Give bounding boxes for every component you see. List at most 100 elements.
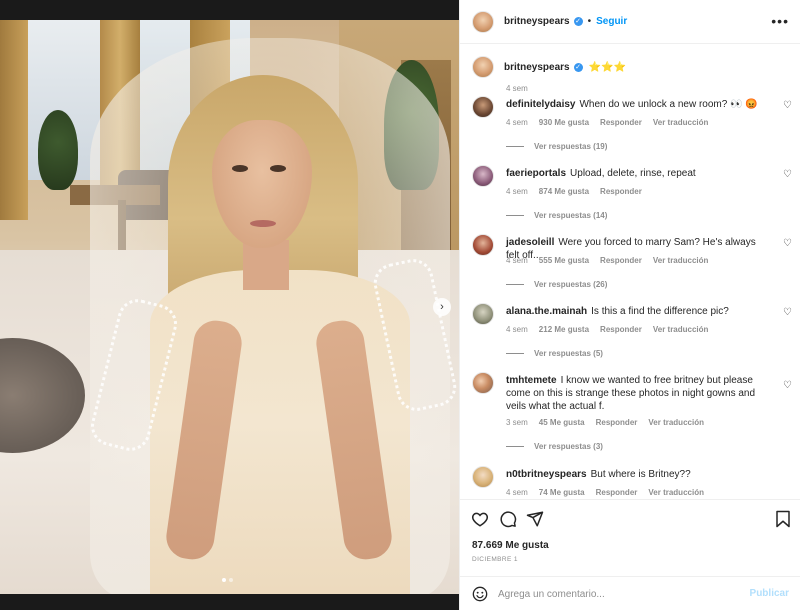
publish-button[interactable]: Publicar xyxy=(750,588,789,599)
separator: • xyxy=(587,16,592,27)
comment-text: Upload, delete, rinse, repeat xyxy=(570,168,696,179)
view-replies-label: Ver respuestas (19) xyxy=(534,142,608,151)
reply-button[interactable]: Responder xyxy=(600,256,642,265)
heart-icon[interactable]: ♡ xyxy=(783,380,792,391)
comment-time: 4 sem xyxy=(506,256,528,265)
comment-username[interactable]: alana.the.mainah xyxy=(506,306,587,317)
comment-time: 4 sem xyxy=(506,187,528,196)
caption-text: ⭐⭐⭐ xyxy=(588,61,626,73)
view-replies[interactable]: Ver respuestas (19) xyxy=(506,142,607,151)
reply-button[interactable]: Responder xyxy=(600,118,642,127)
avatar[interactable] xyxy=(472,372,494,394)
translate-button[interactable]: Ver traducción xyxy=(648,418,704,427)
photo-plant xyxy=(38,110,78,190)
comment-username[interactable]: definitelydaisy xyxy=(506,99,575,110)
replies-line xyxy=(506,146,524,147)
comment-text: Is this a find the difference pic? xyxy=(591,306,729,317)
avatar[interactable] xyxy=(472,10,494,33)
photo-curtain xyxy=(0,20,28,220)
post-panel: britneyspears ✓ • Seguir ••• britneyspea… xyxy=(459,0,800,610)
avatar[interactable] xyxy=(472,56,494,78)
carousel-dot xyxy=(229,578,233,582)
comment-username[interactable]: n0tbritneyspears xyxy=(506,469,587,480)
translate-button[interactable]: Ver traducción xyxy=(653,325,709,334)
heart-icon[interactable] xyxy=(471,510,489,528)
verified-badge: ✓ xyxy=(573,17,583,26)
translate-button[interactable]: Ver traducción xyxy=(648,488,704,497)
comment-text: But where is Britney?? xyxy=(590,469,691,480)
comment-time: 4 sem xyxy=(506,118,528,127)
heart-icon[interactable]: ♡ xyxy=(783,169,792,180)
view-replies-label: Ver respuestas (26) xyxy=(534,280,608,289)
follow-button[interactable]: Seguir xyxy=(596,16,627,27)
avatar[interactable] xyxy=(472,303,494,325)
share-icon[interactable] xyxy=(526,510,544,528)
emoji-icon[interactable] xyxy=(472,586,488,602)
view-replies[interactable]: Ver respuestas (26) xyxy=(506,280,607,289)
view-replies-label: Ver respuestas (14) xyxy=(534,211,608,220)
post-header: britneyspears ✓ • Seguir ••• xyxy=(460,0,800,44)
reply-button[interactable]: Responder xyxy=(600,187,642,196)
reply-button[interactable]: Responder xyxy=(596,488,638,497)
reply-button[interactable]: Responder xyxy=(600,325,642,334)
comments-list[interactable]: britneyspears ✓ ⭐⭐⭐ 4 sem definitelydais… xyxy=(460,44,800,499)
caption-time: 4 sem xyxy=(506,84,528,93)
photo-eye xyxy=(270,165,286,172)
comment-input[interactable] xyxy=(498,585,728,603)
replies-line xyxy=(506,353,524,354)
comment-body: n0tbritneyspears But where is Britney?? xyxy=(506,468,768,481)
comment-meta: 4 sem 212 Me gusta Responder Ver traducc… xyxy=(506,325,708,334)
comment-likes[interactable]: 555 Me gusta xyxy=(539,256,589,265)
heart-icon[interactable]: ♡ xyxy=(783,100,792,111)
comment-username[interactable]: faerieportals xyxy=(506,168,566,179)
action-bar xyxy=(460,499,800,539)
comment-likes[interactable]: 45 Me gusta xyxy=(539,418,585,427)
comment-likes[interactable]: 930 Me gusta xyxy=(539,118,589,127)
translate-button[interactable]: Ver traducción xyxy=(653,118,709,127)
photo-eye xyxy=(232,165,248,172)
comment-meta: 3 sem 45 Me gusta Responder Ver traducci… xyxy=(506,418,704,427)
comment-meta: 4 sem 930 Me gusta Responder Ver traducc… xyxy=(506,118,708,127)
comment-meta: 4 sem 874 Me gusta Responder xyxy=(506,187,642,196)
comment-username[interactable]: jadesoleill xyxy=(506,237,554,248)
comment-body: alana.the.mainah Is this a find the diffe… xyxy=(506,305,768,318)
view-replies[interactable]: Ver respuestas (14) xyxy=(506,211,607,220)
comment-likes[interactable]: 212 Me gusta xyxy=(539,325,589,334)
view-replies-label: Ver respuestas (3) xyxy=(534,442,603,451)
comment-time: 4 sem xyxy=(506,488,528,497)
heart-icon[interactable]: ♡ xyxy=(783,238,792,249)
translate-button[interactable]: Ver traducción xyxy=(653,256,709,265)
comment-time: 4 sem xyxy=(506,325,528,334)
comment-time: 3 sem xyxy=(506,418,528,427)
replies-line xyxy=(506,446,524,447)
bookmark-icon[interactable] xyxy=(775,510,791,528)
comment-icon[interactable] xyxy=(499,510,517,528)
author-username[interactable]: britneyspears xyxy=(504,16,570,27)
reply-button[interactable]: Responder xyxy=(596,418,638,427)
avatar[interactable] xyxy=(472,165,494,187)
likes-count[interactable]: 87.669 Me gusta xyxy=(472,540,549,551)
caption-username[interactable]: britneyspears xyxy=(504,62,570,73)
heart-icon[interactable]: ♡ xyxy=(783,307,792,318)
comment-body: tmhtemete I know we wanted to free britne… xyxy=(506,374,768,413)
view-replies[interactable]: Ver respuestas (5) xyxy=(506,349,603,358)
verified-badge: ✓ xyxy=(573,62,583,72)
replies-line xyxy=(506,284,524,285)
more-icon[interactable]: ••• xyxy=(771,14,789,28)
add-comment-bar: Publicar xyxy=(460,576,800,610)
avatar[interactable] xyxy=(472,96,494,118)
comment-text: When do we unlock a new room? 👀 😡 xyxy=(579,99,758,110)
comment-likes[interactable]: 874 Me gusta xyxy=(539,187,589,196)
comment-meta: 4 sem 555 Me gusta Responder Ver traducc… xyxy=(506,256,708,265)
avatar[interactable] xyxy=(472,466,494,488)
comment-username[interactable]: tmhtemete xyxy=(506,375,557,386)
avatar[interactable] xyxy=(472,234,494,256)
comment-likes[interactable]: 74 Me gusta xyxy=(539,488,585,497)
chevron-right-icon[interactable]: › xyxy=(433,298,451,316)
post-photo[interactable] xyxy=(0,20,459,594)
view-replies[interactable]: Ver respuestas (3) xyxy=(506,442,603,451)
view-replies-label: Ver respuestas (5) xyxy=(534,349,603,358)
comment-body: faerieportals Upload, delete, rinse, repe… xyxy=(506,167,768,180)
carousel-dot xyxy=(222,578,226,582)
comment-body: definitelydaisy When do we unlock a new r… xyxy=(506,98,768,111)
